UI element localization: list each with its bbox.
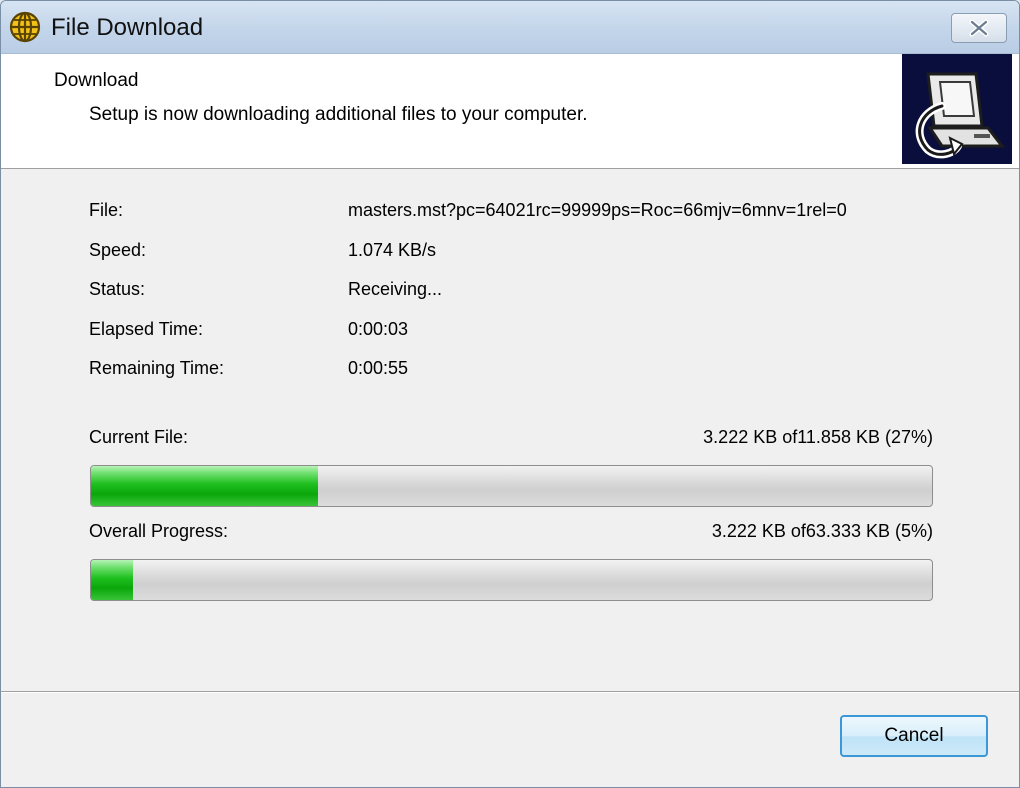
current-file-info: 3.222 KB of11.858 KB (27%) <box>703 427 933 447</box>
file-label: File: <box>89 200 124 220</box>
header-title: Download <box>54 70 139 91</box>
overall-progress-bar <box>90 559 933 601</box>
speed-label: Speed: <box>89 240 147 260</box>
remaining-time-value: 0:00:55 <box>348 358 409 378</box>
file-value: masters.mst?pc=64021rc=99999ps=Roc=66mjv… <box>348 200 847 220</box>
globe-icon <box>9 11 41 43</box>
status-value: Receiving... <box>348 279 443 299</box>
close-icon <box>969 19 989 37</box>
window-title: File Download <box>51 14 204 41</box>
remaining-time-label: Remaining Time: <box>89 358 225 378</box>
title-bar[interactable]: File Download <box>1 1 1019 54</box>
current-file-label: Current File: <box>89 427 189 447</box>
computer-download-icon <box>902 54 1012 164</box>
speed-value: 1.074 KB/s <box>348 240 437 260</box>
header-subtitle: Setup is now downloading additional file… <box>89 104 588 125</box>
current-file-progress-fill <box>91 466 319 506</box>
elapsed-time-label: Elapsed Time: <box>89 319 204 339</box>
overall-progress-info: 3.222 KB of63.333 KB (5%) <box>711 521 933 541</box>
close-button[interactable] <box>951 13 1007 43</box>
header-band: Download Setup is now downloading additi… <box>1 54 1019 169</box>
overall-progress-label: Overall Progress: <box>89 521 229 541</box>
footer-divider-highlight <box>1 692 1019 693</box>
elapsed-time-value: 0:00:03 <box>348 319 409 339</box>
file-download-window: File Download Download Setup is now down… <box>0 0 1020 788</box>
cancel-button[interactable]: Cancel <box>840 715 988 757</box>
overall-progress-fill <box>91 560 134 600</box>
current-file-progress-bar <box>90 465 933 507</box>
status-label: Status: <box>89 279 146 299</box>
